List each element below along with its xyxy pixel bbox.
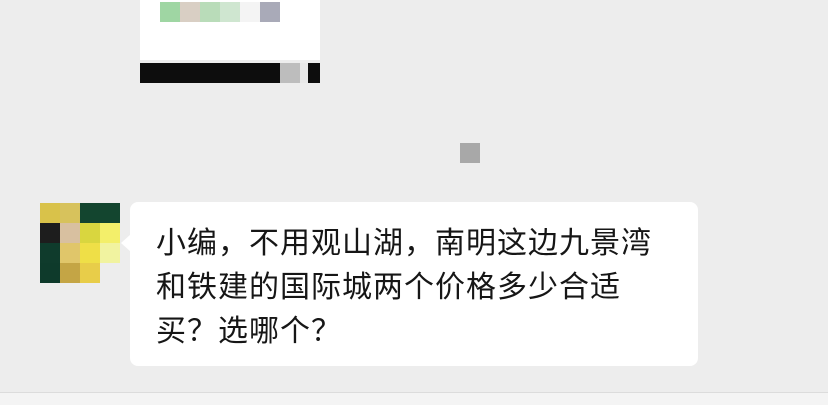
shared-image-card[interactable] <box>140 0 320 60</box>
input-bar-edge <box>0 392 828 405</box>
image-thumbnail <box>160 2 280 22</box>
redacted-caption-bar <box>140 63 320 83</box>
message-text: 小编，不用观山湖，南明这边九景湾和铁建的国际城两个价格多少合适买？选哪个？ <box>156 226 652 349</box>
avatar[interactable] <box>40 203 120 283</box>
redacted-timestamp <box>460 143 480 163</box>
message-bubble[interactable]: 小编，不用观山湖，南明这边九景湾和铁建的国际城两个价格多少合适买？选哪个？ <box>130 202 698 366</box>
redacted-block <box>280 63 300 83</box>
redacted-block <box>300 63 308 83</box>
